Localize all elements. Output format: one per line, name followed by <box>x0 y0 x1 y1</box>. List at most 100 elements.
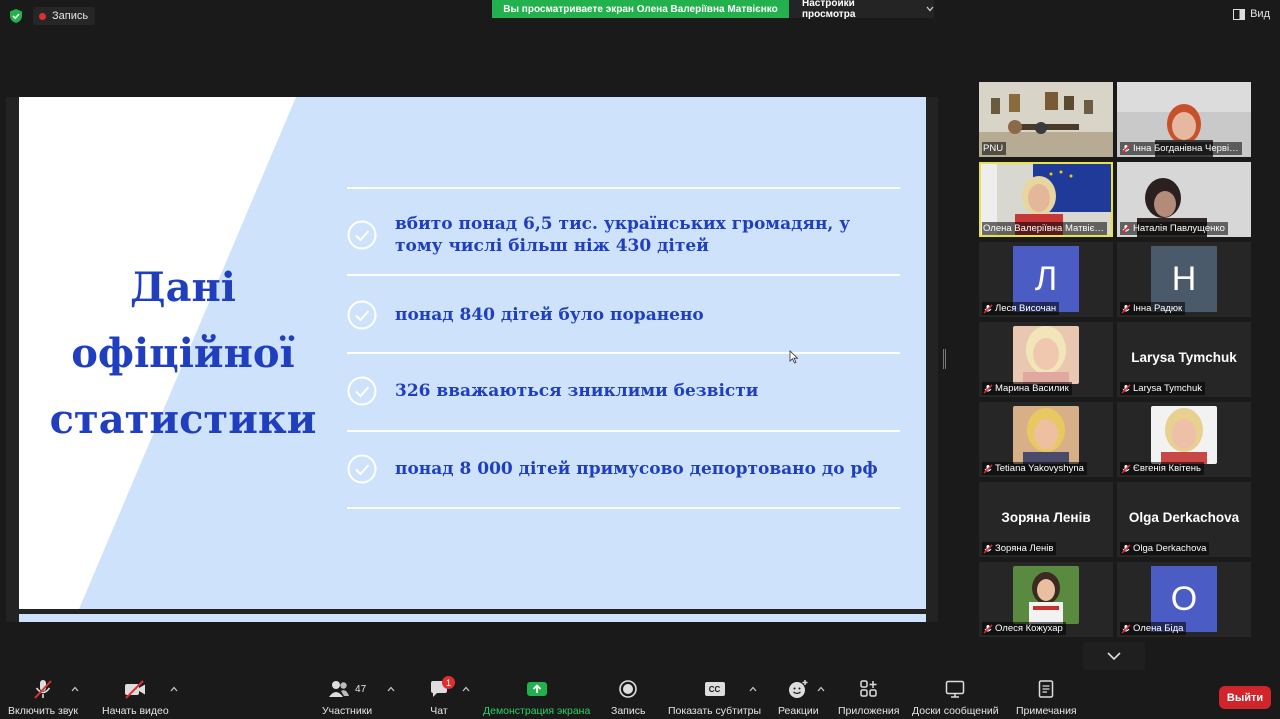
share-screen-icon <box>526 676 548 702</box>
chevron-up-icon[interactable] <box>462 686 470 692</box>
view-label: Вид <box>1250 8 1270 20</box>
chat-button[interactable]: 1 Чат <box>429 676 455 717</box>
participant-tile[interactable]: Наталія Павлущенко <box>1117 162 1251 237</box>
participants-count: 47 <box>355 683 367 695</box>
check-circle-icon <box>347 300 377 330</box>
slide-list-text: вбито понад 6,5 тис. українських громадя… <box>395 214 851 256</box>
mic-muted-icon <box>983 383 993 394</box>
leave-meeting-button[interactable]: Выйти <box>1219 686 1271 709</box>
view-button[interactable]: Вид <box>1233 8 1270 20</box>
participant-name: Олена Валеріївна Матвіє… <box>982 222 1107 235</box>
participant-name-text: Леся Височан <box>995 303 1057 314</box>
closed-captions-icon: CC <box>704 676 726 702</box>
mic-muted-icon <box>983 623 993 634</box>
mic-muted-icon <box>1121 543 1131 554</box>
check-circle-icon <box>347 454 377 484</box>
apps-button[interactable]: Приложения <box>838 676 899 717</box>
participant-name: Олена Біда <box>1120 622 1187 635</box>
mic-muted-icon <box>32 676 54 702</box>
mic-muted-icon <box>1121 223 1131 234</box>
participant-name-text: Зоряна Ленів <box>995 543 1054 554</box>
meeting-toolbar: Включить звук Начать видео 47 Участники … <box>0 672 1280 719</box>
slide-divider <box>347 507 900 509</box>
participant-display-name: Larysa Tymchuk <box>1131 350 1237 365</box>
participant-tile[interactable]: PNU <box>979 82 1113 157</box>
grid-view-icon <box>1233 8 1246 20</box>
participant-tile[interactable]: О Олена Біда <box>1117 562 1251 637</box>
participant-name: Larysa Tymchuk <box>1120 382 1205 395</box>
captions-button[interactable]: CC Показать субтитры <box>668 676 761 717</box>
whiteboards-button[interactable]: Доски сообщений <box>912 676 999 717</box>
share-screen-button[interactable]: Демонстрация экрана <box>483 676 590 717</box>
share-screen-label: Демонстрация экрана <box>483 705 591 717</box>
chevron-up-icon[interactable] <box>817 686 825 692</box>
participant-name-text: Марина Василик <box>995 383 1069 394</box>
record-button[interactable]: Запись <box>611 676 645 717</box>
slide-title-line: Дані <box>130 264 236 311</box>
gallery-next-page-button[interactable] <box>1083 642 1145 670</box>
participant-name-text: Олена Валеріївна Матвіє… <box>983 223 1104 234</box>
chevron-down-icon <box>1107 652 1121 660</box>
chevron-up-icon[interactable] <box>749 686 757 692</box>
start-video-button[interactable]: Начать видео <box>102 676 169 717</box>
whiteboards-label: Доски сообщений <box>912 705 999 717</box>
participant-name: Євгенія Квітень <box>1120 462 1204 475</box>
mic-muted-icon <box>1121 383 1131 394</box>
meeting-topbar: Запись Вы просматриваете экран Олена Вал… <box>0 0 1280 32</box>
view-settings-button[interactable]: Настройки просмотра <box>789 0 934 20</box>
participant-name-text: PNU <box>983 143 1004 154</box>
participant-tile[interactable]: Інна Богданівна Черві… <box>1117 82 1251 157</box>
view-settings-label: Настройки просмотра <box>802 0 856 20</box>
chevron-up-icon[interactable] <box>387 686 395 692</box>
participant-display-name: Зоряна Ленів <box>1001 510 1091 525</box>
apps-label: Приложения <box>838 705 900 717</box>
slide-title-line: статистики <box>49 396 317 443</box>
record-label: Запись <box>611 705 646 717</box>
chevron-up-icon[interactable] <box>170 686 178 692</box>
participant-name: Олеся Кожухар <box>982 622 1066 635</box>
participant-tile[interactable]: Н Інна Радюк <box>1117 242 1251 317</box>
notes-button[interactable]: Примечания <box>1016 676 1077 717</box>
recording-indicator[interactable]: Запись <box>33 7 96 25</box>
participant-tile[interactable]: Larysa Tymchuk Larysa Tymchuk <box>1117 322 1251 397</box>
mic-muted-icon <box>1121 303 1131 314</box>
slide-divider <box>347 274 900 276</box>
participant-tile[interactable]: Марина Василик <box>979 322 1113 397</box>
profile-photo <box>1013 406 1079 464</box>
participant-tile[interactable]: Зоряна Ленів Зоряна Ленів <box>979 482 1113 557</box>
participants-button[interactable]: 47 Участники <box>322 676 372 717</box>
participants-label: Участники <box>322 705 373 717</box>
chat-label: Чат <box>430 705 448 717</box>
mic-muted-icon <box>983 543 993 554</box>
slide-title-line: офіційної <box>71 330 295 377</box>
reactions-label: Реакции <box>778 705 819 717</box>
check-circle-icon <box>347 376 377 406</box>
emoji-add-icon <box>787 676 809 702</box>
start-video-label: Начать видео <box>102 705 169 717</box>
security-shield-icon[interactable] <box>8 8 24 24</box>
reactions-button[interactable]: Реакции <box>778 676 819 717</box>
slide-list-text: 326 вважаються зниклими безвісти <box>395 381 759 401</box>
participant-tile-active-speaker[interactable]: Олена Валеріївна Матвіє… <box>979 162 1113 237</box>
mouse-cursor-icon <box>789 350 799 364</box>
participant-name: Olga Derkachova <box>1120 542 1210 555</box>
participant-name-text: Наталія Павлущенко <box>1133 223 1225 234</box>
participant-tile[interactable]: Євгенія Квітень <box>1117 402 1251 477</box>
unmute-button[interactable]: Включить звук <box>8 676 78 717</box>
participant-name-text: Інна Радюк <box>1133 303 1183 314</box>
profile-photo <box>1013 566 1079 624</box>
video-off-icon <box>123 676 147 702</box>
chevron-up-icon[interactable] <box>71 686 79 692</box>
participant-tile[interactable]: Л Леся Височан <box>979 242 1113 317</box>
participant-tile[interactable]: Tetiana Yakovyshyna <box>979 402 1113 477</box>
participant-name: Інна Радюк <box>1120 302 1186 315</box>
panel-resize-handle[interactable] <box>943 349 946 369</box>
participant-name-text: Olga Derkachova <box>1133 543 1207 554</box>
participant-tile[interactable]: Olga Derkachova Olga Derkachova <box>1117 482 1251 557</box>
chevron-down-icon <box>926 6 934 12</box>
notes-label: Примечания <box>1016 705 1077 717</box>
participant-tile[interactable]: Олеся Кожухар <box>979 562 1113 637</box>
participant-name: Tetiana Yakovyshyna <box>982 462 1087 475</box>
captions-label: Показать субтитры <box>668 705 762 717</box>
slide-list-item: понад 840 дітей було поранено <box>347 300 900 330</box>
